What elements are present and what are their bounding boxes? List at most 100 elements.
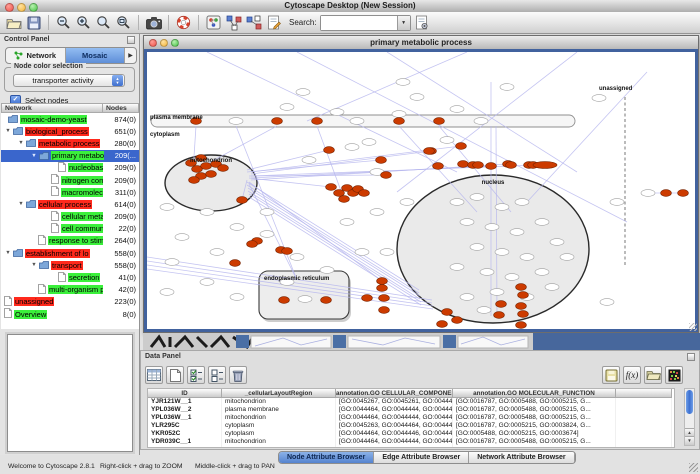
tab-edge-attribute-browser[interactable]: Edge Attribute Browser [374, 452, 469, 463]
network-window-controls[interactable] [149, 39, 179, 47]
tab-network-attribute-browser[interactable]: Network Attribute Browser [469, 452, 574, 463]
table-scrollbar[interactable]: ▲ ▼ [684, 388, 695, 446]
zoom-in-icon[interactable] [75, 14, 92, 31]
graph-node[interactable] [345, 144, 359, 151]
graph-node[interactable] [237, 197, 248, 204]
edit-search-icon[interactable] [265, 14, 282, 31]
graph-node[interactable] [392, 111, 406, 118]
graph-node[interactable] [505, 274, 519, 281]
configure-search-icon[interactable] [414, 14, 431, 31]
graph-node[interactable] [175, 234, 189, 241]
graph-node[interactable] [494, 312, 505, 319]
graph-node[interactable] [280, 104, 294, 111]
graph-node[interactable] [302, 157, 316, 164]
graph-node[interactable] [355, 249, 369, 256]
graph-node[interactable] [320, 267, 334, 274]
unselect-attributes-icon[interactable] [208, 366, 226, 384]
expander-icon[interactable]: ▼ [16, 201, 26, 207]
graph-node[interactable] [359, 190, 370, 197]
graph-node[interactable] [362, 295, 373, 302]
zoom-window-icon[interactable] [29, 3, 38, 12]
network-graph[interactable]: plasma membranecytoplasmmitochondrionnuc… [147, 52, 697, 331]
tab-network[interactable]: Network [6, 48, 66, 63]
tree-row[interactable]: secretion41(0) [1, 271, 139, 283]
search-dropdown-icon[interactable]: ▼ [397, 16, 410, 30]
table-row[interactable]: YKR052Ccytoplasm[GO:0044464, GO:0044446,… [148, 430, 674, 438]
graph-node[interactable] [516, 303, 527, 310]
table-row[interactable]: YPL036W__1mitochondrion[GO:0044464, GO:0… [148, 414, 674, 422]
graph-node[interactable] [380, 249, 394, 256]
graph-node[interactable] [518, 292, 529, 299]
graph-node[interactable] [506, 162, 517, 169]
graph-node[interactable] [442, 309, 453, 316]
graph-node[interactable] [460, 294, 474, 301]
graph-node[interactable] [160, 289, 174, 296]
graph-node[interactable] [535, 269, 549, 276]
graph-node[interactable] [490, 289, 504, 296]
graph-node[interactable] [533, 162, 557, 169]
graph-node[interactable] [326, 184, 337, 191]
search-box[interactable]: ▼ [320, 15, 411, 31]
graph-edge[interactable] [247, 150, 329, 170]
graph-edge[interactable] [387, 52, 577, 172]
graph-node[interactable] [376, 157, 387, 164]
graph-node[interactable] [339, 196, 350, 203]
graph-node[interactable] [230, 294, 244, 301]
tree-row[interactable]: cellular metabo209(0) [1, 211, 139, 223]
graph-node[interactable] [330, 109, 344, 116]
graph-node[interactable] [592, 95, 606, 102]
graph-node[interactable] [396, 79, 410, 86]
graph-node[interactable] [218, 165, 229, 172]
graph-node[interactable] [377, 278, 388, 285]
create-attribute-icon[interactable] [166, 366, 184, 384]
graph-node[interactable] [515, 199, 529, 206]
close-icon[interactable] [149, 39, 157, 47]
graph-node[interactable] [473, 162, 484, 169]
tree-row[interactable]: ▼cellular process614(0) [1, 198, 139, 210]
column-header[interactable] [616, 389, 672, 398]
graph-node[interactable] [200, 279, 214, 286]
graph-node[interactable] [324, 147, 335, 154]
table-row[interactable]: YDR039C__1mitochondrion[GO:0044464, GO:0… [148, 438, 674, 446]
graph-node[interactable] [296, 89, 310, 96]
search-input[interactable] [321, 16, 397, 30]
graph-node[interactable] [298, 296, 312, 303]
graph-node[interactable] [260, 231, 274, 238]
open-attributes-folder-icon[interactable] [644, 366, 662, 384]
graph-node[interactable] [433, 163, 444, 170]
save-session-button[interactable] [25, 14, 42, 31]
close-icon[interactable] [5, 3, 14, 12]
tree-row[interactable]: macromolecule311(0) [1, 186, 139, 198]
column-header[interactable]: ID [148, 389, 222, 398]
graph-node[interactable] [272, 118, 283, 125]
graph-node[interactable] [370, 209, 384, 216]
float-panel-icon[interactable] [127, 36, 135, 44]
attribute-table[interactable]: ID_cellularLayoutRegionannotation.GO CEL… [147, 388, 675, 448]
zoom-window-icon[interactable] [171, 39, 179, 47]
graph-node[interactable] [230, 260, 241, 267]
tree-column-nodes[interactable]: Nodes [103, 103, 139, 113]
graph-node[interactable] [350, 118, 364, 125]
graph-node[interactable] [290, 254, 304, 261]
graph-node[interactable] [189, 177, 200, 184]
show-attribute-table-icon[interactable] [145, 366, 163, 384]
graph-node[interactable] [535, 219, 549, 226]
graph-node[interactable] [641, 190, 655, 197]
graph-node[interactable] [458, 161, 469, 168]
expander-icon[interactable]: ▼ [3, 128, 13, 134]
zoom-region-icon[interactable] [115, 14, 132, 31]
graph-node[interactable] [480, 269, 494, 276]
graph-node[interactable] [321, 297, 332, 304]
tree-row[interactable]: ▼primary metabolic209(... [1, 150, 139, 162]
graph-node[interactable] [282, 248, 293, 255]
help-lifesaver-icon[interactable] [175, 14, 192, 31]
graph-node[interactable] [550, 239, 564, 246]
graph-node[interactable] [200, 209, 214, 216]
compartment-nucleus[interactable] [397, 175, 589, 323]
graph-node[interactable] [379, 307, 390, 314]
graph-node[interactable] [424, 148, 435, 155]
tree-row[interactable]: unassigned223(0) [1, 296, 139, 308]
annotation-layout-icon-2[interactable] [245, 14, 262, 31]
tree-row[interactable]: nitrogen compo209(0) [1, 174, 139, 186]
graph-node[interactable] [470, 194, 484, 201]
